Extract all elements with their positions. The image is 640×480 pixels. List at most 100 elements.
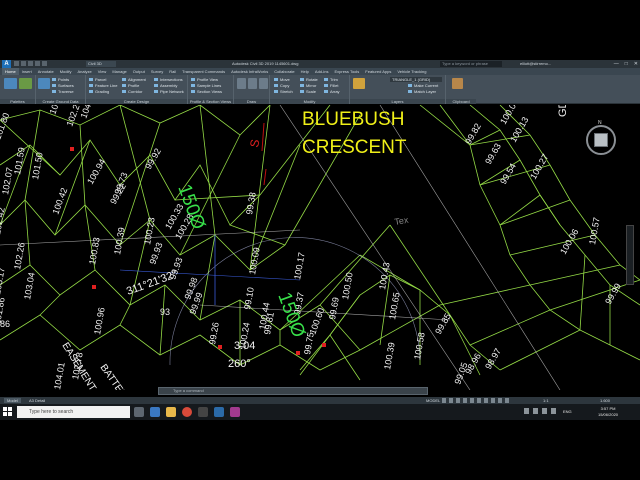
user-account[interactable]: elliott@stirremo... <box>520 61 551 67</box>
intersections-menu[interactable]: Intersections <box>154 77 183 82</box>
clock[interactable]: 3:57 PM 15/06/2020 <box>598 406 618 418</box>
model-space-toggle[interactable]: MODEL <box>426 398 440 403</box>
ribbon-tab-add-ins[interactable]: Add-ins <box>312 68 332 75</box>
feature-line-menu[interactable]: Feature Line <box>89 83 117 88</box>
array-button[interactable]: Array <box>324 89 340 94</box>
selection-cycling-icon[interactable] <box>498 398 502 403</box>
layer-properties-icon[interactable] <box>353 78 365 89</box>
annotation-visibility-icon[interactable] <box>505 398 509 403</box>
open-icon[interactable] <box>21 61 26 66</box>
onedrive-icon[interactable] <box>551 408 556 414</box>
mirror-button[interactable]: Mirror <box>300 83 316 88</box>
taskbar-search-input[interactable]: Type here to search <box>17 406 130 418</box>
ribbon-tab-modify[interactable]: Modify <box>57 68 75 75</box>
annotation-scale[interactable]: 1:1 <box>543 398 549 403</box>
autocad-taskbar-icon[interactable] <box>214 407 224 417</box>
task-view-icon[interactable] <box>134 407 144 417</box>
battery-icon[interactable] <box>542 408 547 414</box>
alignment-menu[interactable]: Alignment <box>122 77 146 82</box>
parcel-menu[interactable]: Parcel <box>89 77 106 82</box>
settings-icon[interactable] <box>198 407 208 417</box>
volume-icon[interactable] <box>533 408 538 414</box>
workspace-tab[interactable]: Civil 3D <box>86 61 116 67</box>
help-search-input[interactable]: Type a keyword or phrase <box>440 61 502 67</box>
viewcube-face[interactable] <box>594 133 608 147</box>
polyline-icon[interactable] <box>248 78 257 89</box>
scale-button[interactable]: Scale <box>300 89 316 94</box>
pipe-network-menu[interactable]: Pipe Network <box>154 89 184 94</box>
viewcube[interactable]: N <box>583 120 619 158</box>
application-menu-button[interactable]: A <box>2 60 11 68</box>
ribbon-tab-transparent-commands[interactable]: Transparent Commands <box>179 68 228 75</box>
toolspace-icon[interactable] <box>4 78 17 89</box>
network-icon[interactable] <box>524 408 529 414</box>
circle-icon[interactable] <box>259 78 268 89</box>
ribbon-tab-survey[interactable]: Survey <box>148 68 166 75</box>
match-layer-button[interactable]: Match Layer <box>408 89 436 94</box>
polar-icon[interactable] <box>463 398 467 403</box>
redo-icon[interactable] <box>42 61 47 66</box>
ribbon-tab-annotate[interactable]: Annotate <box>35 68 57 75</box>
ribbon-tab-home[interactable]: Home <box>2 68 19 75</box>
lineweight-icon[interactable] <box>484 398 488 403</box>
language-indicator[interactable]: ENG <box>563 408 572 416</box>
sample-lines-button[interactable]: Sample Lines <box>191 83 221 88</box>
line-icon[interactable] <box>237 78 246 89</box>
close-button[interactable]: ✕ <box>634 60 638 68</box>
file-explorer-icon[interactable] <box>166 407 176 417</box>
copy-button[interactable]: Copy <box>274 83 289 88</box>
corridor-menu[interactable]: Corridor <box>122 89 142 94</box>
points-menu[interactable]: Points <box>52 77 69 82</box>
ribbon-tab-output[interactable]: Output <box>130 68 148 75</box>
windows-start-icon[interactable] <box>3 407 12 416</box>
save-icon[interactable] <box>28 61 33 66</box>
snap-icon[interactable] <box>449 398 453 403</box>
command-line-input[interactable]: Type a command <box>158 387 428 395</box>
ribbon-tab-collaborate[interactable]: Collaborate <box>271 68 297 75</box>
assembly-menu[interactable]: Assembly <box>154 83 177 88</box>
transparency-icon[interactable] <box>491 398 495 403</box>
ribbon-tab-analyze[interactable]: Analyze <box>74 68 94 75</box>
status-value[interactable]: 1.600 <box>600 398 610 403</box>
undo-icon[interactable] <box>35 61 40 66</box>
new-icon[interactable] <box>14 61 19 66</box>
ribbon-tab-view[interactable]: View <box>95 68 110 75</box>
edge-icon[interactable] <box>150 407 160 417</box>
make-current-button[interactable]: Make Current <box>408 83 438 88</box>
layer-dropdown[interactable]: TRIANGLE_1 (GRID) <box>390 77 442 82</box>
trim-button[interactable]: Trim <box>324 77 338 82</box>
layout-tab-a3[interactable]: A3 Detail <box>26 398 48 403</box>
profile-view-menu[interactable]: Profile View <box>191 77 218 82</box>
chrome-icon[interactable] <box>182 407 192 417</box>
ribbon-tab-vehicle-tracking[interactable]: Vehicle Tracking <box>394 68 429 75</box>
paste-icon[interactable] <box>452 78 463 89</box>
ribbon-tab-manage[interactable]: Manage <box>109 68 129 75</box>
properties-palette-icon[interactable] <box>19 78 32 89</box>
osnap-icon[interactable] <box>470 398 474 403</box>
minimize-button[interactable]: — <box>614 60 619 68</box>
model-tab[interactable]: Model <box>4 398 21 403</box>
fillet-button[interactable]: Fillet <box>324 83 338 88</box>
stretch-button[interactable]: Stretch <box>274 89 293 94</box>
grading-menu[interactable]: Grading <box>89 89 109 94</box>
rotate-button[interactable]: Rotate <box>300 77 318 82</box>
ribbon-tab-featured-apps[interactable]: Featured Apps <box>362 68 394 75</box>
otrack-icon[interactable] <box>477 398 481 403</box>
surfaces-menu[interactable]: Surfaces <box>52 83 74 88</box>
navigation-bar[interactable] <box>626 225 634 285</box>
traverse-menu[interactable]: Traverse <box>52 89 74 94</box>
profile-menu[interactable]: Profile <box>122 83 139 88</box>
move-button[interactable]: Move <box>274 77 290 82</box>
ribbon-tab-rail[interactable]: Rail <box>166 68 179 75</box>
drawing-area[interactable]: 104.18102.26101.80104.60101.50101.59102.… <box>0 105 640 390</box>
maximize-button[interactable]: □ <box>625 60 628 68</box>
section-views-menu[interactable]: Section Views <box>191 89 222 94</box>
ribbon-tab-insert[interactable]: Insert <box>19 68 35 75</box>
ortho-icon[interactable] <box>456 398 460 403</box>
app-taskbar-icon[interactable] <box>230 407 240 417</box>
grid-icon[interactable] <box>442 398 446 403</box>
ribbon-tab-autodesk-infraworks[interactable]: Autodesk InfraWorks <box>228 68 271 75</box>
ribbon-tab-express-tools[interactable]: Express Tools <box>331 68 362 75</box>
ribbon-tab-help[interactable]: Help <box>298 68 312 75</box>
survey-icon[interactable] <box>38 78 50 89</box>
